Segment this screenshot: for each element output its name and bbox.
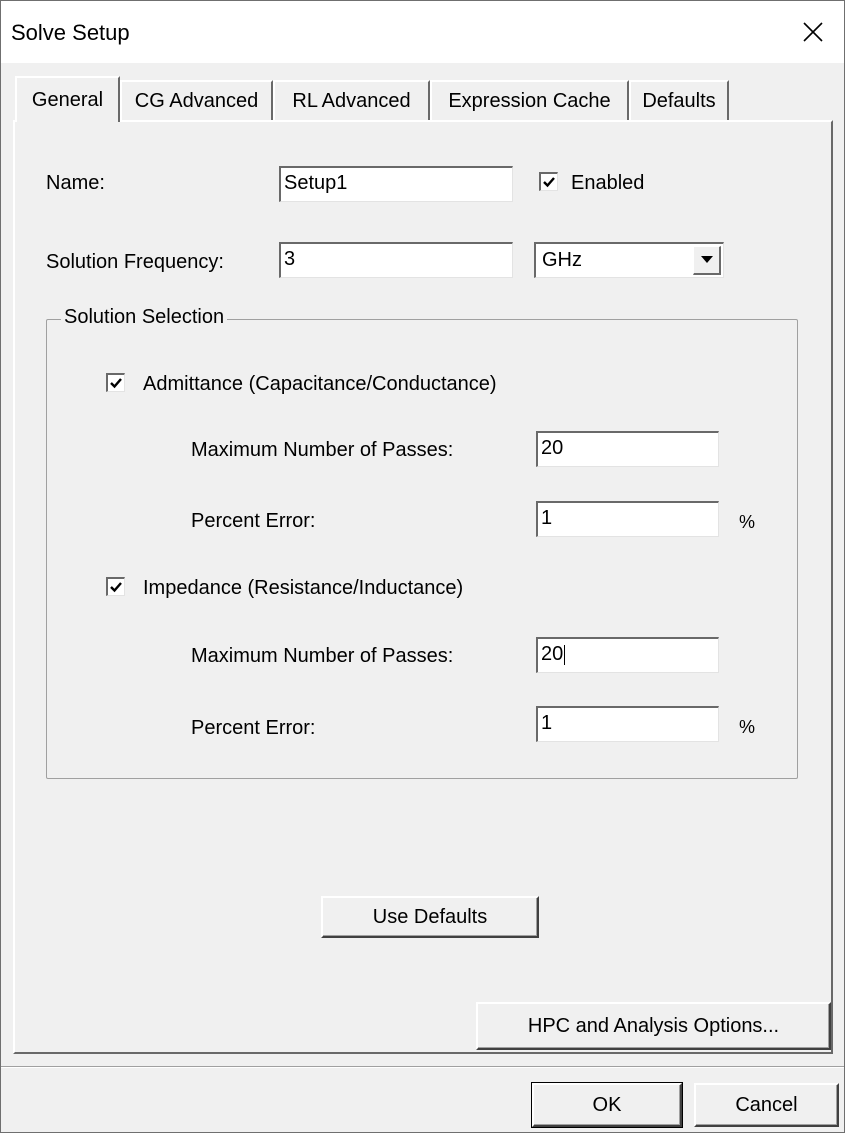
ok-button[interactable]: OK xyxy=(531,1082,683,1128)
use-defaults-label: Use Defaults xyxy=(372,905,488,928)
admittance-max-passes-label: Maximum Number of Passes: xyxy=(191,439,454,461)
enabled-label: Enabled xyxy=(571,172,645,194)
admittance-max-passes-value: 20 xyxy=(541,437,564,459)
cancel-label: Cancel xyxy=(735,1093,798,1116)
impedance-max-passes-input[interactable]: 20 xyxy=(536,637,719,673)
name-input[interactable]: Setup1 xyxy=(279,166,513,202)
window-title: Solve Setup xyxy=(11,20,130,45)
admittance-label: Admittance (Capacitance/Conductance) xyxy=(143,373,497,395)
hpc-analysis-options-label: HPC and Analysis Options... xyxy=(527,1014,780,1037)
tab-expression-cache[interactable]: Expression Cache xyxy=(430,80,629,120)
solution-frequency-label: Solution Frequency: xyxy=(46,251,224,273)
chevron-down-icon xyxy=(700,256,713,263)
admittance-checkbox[interactable] xyxy=(106,373,125,392)
impedance-percent-unit: % xyxy=(739,717,756,737)
tab-rl-advanced-label: RL Advanced xyxy=(292,89,411,112)
frequency-unit-dropdown-button[interactable] xyxy=(693,246,721,275)
admittance-percent-error-label: Percent Error: xyxy=(191,510,316,532)
footer-separator xyxy=(1,1066,844,1068)
text-caret xyxy=(564,644,566,665)
tab-general[interactable]: General xyxy=(15,76,120,122)
impedance-checkbox[interactable] xyxy=(106,577,125,596)
tab-cg-advanced-label: CG Advanced xyxy=(134,89,259,112)
enabled-checkbox[interactable] xyxy=(539,172,558,191)
impedance-max-passes-value: 20 xyxy=(541,643,564,665)
check-icon xyxy=(110,582,122,593)
name-label: Name: xyxy=(46,172,105,194)
use-defaults-button[interactable]: Use Defaults xyxy=(321,896,539,938)
admittance-percent-error-value: 1 xyxy=(541,507,553,529)
solution-selection-title: Solution Selection xyxy=(61,306,228,329)
close-button[interactable] xyxy=(782,1,844,63)
solution-frequency-input[interactable]: 3 xyxy=(279,242,513,278)
check-icon xyxy=(110,378,122,389)
cancel-button[interactable]: Cancel xyxy=(694,1083,839,1127)
name-input-value: Setup1 xyxy=(284,172,348,194)
title-bar: Solve Setup xyxy=(1,1,844,63)
impedance-max-passes-label: Maximum Number of Passes: xyxy=(191,645,454,667)
hpc-analysis-options-button[interactable]: HPC and Analysis Options... xyxy=(476,1002,831,1050)
solution-frequency-value: 3 xyxy=(284,248,296,270)
ok-label: OK xyxy=(592,1093,622,1116)
impedance-percent-error-label: Percent Error: xyxy=(191,717,316,739)
frequency-unit-select[interactable]: GHz xyxy=(534,242,724,278)
tab-defaults-label: Defaults xyxy=(642,89,716,112)
admittance-percent-unit: % xyxy=(739,512,756,532)
frequency-unit-value: GHz xyxy=(542,249,582,271)
tab-general-label: General xyxy=(31,88,104,111)
close-icon xyxy=(803,22,823,42)
impedance-percent-error-input[interactable]: 1 xyxy=(536,706,719,742)
admittance-max-passes-input[interactable]: 20 xyxy=(536,431,719,467)
impedance-percent-error-value: 1 xyxy=(541,712,553,734)
tab-expression-cache-label: Expression Cache xyxy=(448,89,611,112)
check-icon xyxy=(543,177,555,188)
admittance-percent-error-input[interactable]: 1 xyxy=(536,501,719,537)
tab-defaults[interactable]: Defaults xyxy=(629,80,729,120)
solve-setup-dialog: Solve Setup General CG Advanced RL Advan… xyxy=(0,0,845,1133)
impedance-label: Impedance (Resistance/Inductance) xyxy=(143,577,464,599)
tab-rl-advanced[interactable]: RL Advanced xyxy=(273,80,430,120)
tab-cg-advanced[interactable]: CG Advanced xyxy=(120,80,273,120)
